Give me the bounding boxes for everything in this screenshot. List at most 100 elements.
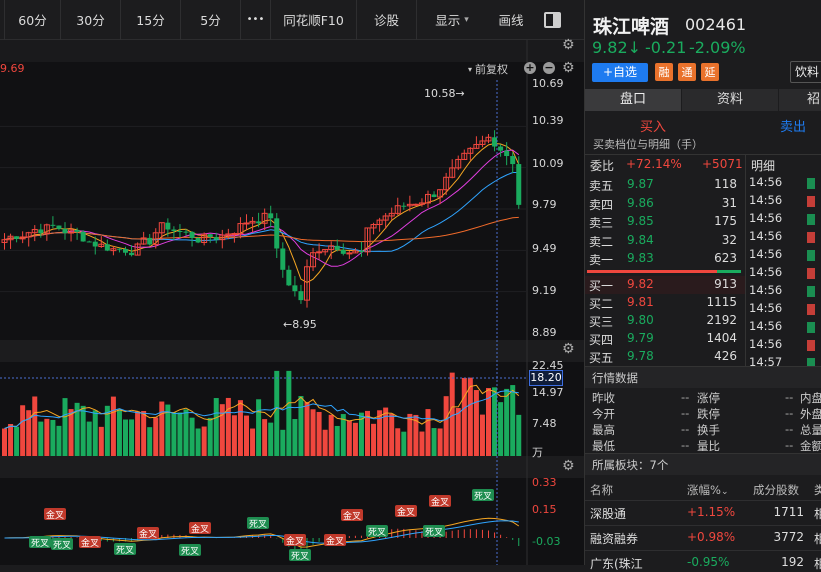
tab-pankou[interactable]: 盘口 xyxy=(585,89,681,111)
tab-more[interactable]: 袑 xyxy=(779,89,821,111)
volume-bar xyxy=(237,400,243,456)
market-title: 行情数据 xyxy=(592,371,638,385)
volume-bar xyxy=(479,414,485,456)
high-price-label: 10.58→ xyxy=(424,87,465,100)
market-label: 换手 xyxy=(697,423,720,437)
sector-name[interactable]: 深股通 xyxy=(590,505,626,522)
zoom-in-icon[interactable]: + xyxy=(524,62,536,74)
volume-bar xyxy=(437,428,443,456)
divider xyxy=(585,154,821,155)
volume-bar xyxy=(473,390,479,456)
volume-bar xyxy=(389,413,395,456)
sector-header-pct[interactable]: 涨幅%⌄ xyxy=(687,482,728,498)
volume-bar xyxy=(419,431,425,456)
sell-button[interactable]: 卖出 xyxy=(780,116,806,135)
candle-body xyxy=(14,236,20,239)
volume-bar xyxy=(461,377,467,456)
trade-time: 14:56 xyxy=(749,175,783,189)
margin-tag: 融 xyxy=(655,63,673,81)
trade-time: 14:56 xyxy=(749,337,783,351)
sector-count: 3772 xyxy=(773,530,804,544)
panel-toggle-button[interactable] xyxy=(535,0,569,40)
volume-bar xyxy=(189,417,195,456)
price-tick: 9.49 xyxy=(532,242,557,255)
buy-button[interactable]: 买入 xyxy=(640,116,666,135)
bid-price: 9.78 xyxy=(627,349,654,363)
volume-settings-gear-icon[interactable]: ⚙ xyxy=(562,341,575,357)
macd-settings-gear-icon[interactable]: ⚙ xyxy=(562,458,575,474)
bid-price: 9.80 xyxy=(627,313,654,327)
period-60min-button[interactable]: 60分 xyxy=(5,0,61,40)
kline-settings-gear-icon[interactable]: ⚙ xyxy=(562,60,575,76)
sector-header-pct-label: 涨幅% xyxy=(687,483,721,497)
sector-name[interactable]: 融资融券 xyxy=(590,530,638,547)
volume-bar xyxy=(492,387,498,456)
volume-bar xyxy=(147,427,153,456)
sector-header-type[interactable]: 类 xyxy=(814,482,821,498)
display-dropdown[interactable]: 显示 ▾ xyxy=(417,0,487,40)
diagnose-button[interactable]: 诊股 xyxy=(357,0,417,40)
golden-cross-tag: 金叉 xyxy=(324,534,346,547)
kline-chart[interactable]: 金叉死叉 死叉 金叉死叉金叉死叉金叉 死叉金叉死叉金叉金叉死叉金叉死叉金叉死叉 xyxy=(0,40,584,565)
volume-bar xyxy=(159,401,165,456)
weibi-pct: +72.14% xyxy=(626,157,682,171)
more-periods-button[interactable]: ••• xyxy=(241,0,271,40)
orderbook-title: 买卖档位与明细（手） xyxy=(593,138,703,151)
period-15min-button[interactable]: 15分 xyxy=(121,0,181,40)
volume-bar xyxy=(2,428,7,456)
ask-volume: 31 xyxy=(721,195,737,210)
volume-bar xyxy=(455,408,461,456)
industry-button[interactable]: 饮料 xyxy=(790,61,821,83)
market-value: -- xyxy=(681,422,690,436)
trade-dir-marker xyxy=(807,232,815,243)
sector-header-count[interactable]: 成分股数 xyxy=(753,482,799,498)
market-value: -- xyxy=(681,390,690,404)
stock-name: 珠江啤酒 xyxy=(593,16,670,38)
volume-bar xyxy=(213,398,219,456)
sector-type: 相 xyxy=(814,532,821,546)
zoom-out-icon[interactable]: − xyxy=(543,62,555,74)
chart-toolbar: 60分 30分 15分 5分 ••• 同花顺F10 诊股 显示 ▾ 画线 xyxy=(0,0,584,40)
period-30min-button[interactable]: 30分 xyxy=(61,0,121,40)
bid-label: 买一 xyxy=(589,279,614,293)
svg-text:金叉: 金叉 xyxy=(46,509,64,521)
volume-bar xyxy=(334,425,340,456)
death-cross-tag: 死叉 xyxy=(247,517,269,530)
candle-body xyxy=(74,229,80,232)
bid-volume: 2192 xyxy=(706,313,737,327)
period-5min-button[interactable]: 5分 xyxy=(181,0,241,40)
bid-price: 9.82 xyxy=(627,277,654,291)
macd-tick: 0.15 xyxy=(532,503,557,516)
tab-data[interactable]: 资料 xyxy=(682,89,778,111)
sector-header-name[interactable]: 名称 xyxy=(590,482,613,498)
volume-bar xyxy=(431,428,437,456)
ask-volume: 32 xyxy=(721,232,737,247)
chart-area[interactable]: 金叉 死叉 死叉 金叉 死叉 金叉 死叉 金叉 死叉 金叉 死叉 金叉 金叉 死叉 金叉 死叉 金叉 死叉 9.6… xyxy=(0,37,584,565)
volume-bar xyxy=(383,407,389,456)
svg-text:金叉: 金叉 xyxy=(343,510,361,522)
candle-body xyxy=(510,156,516,165)
svg-text:金叉: 金叉 xyxy=(139,528,157,540)
candle-body xyxy=(183,231,189,233)
add-watchlist-button[interactable]: +自选 xyxy=(592,63,648,82)
trade-time: 14:56 xyxy=(749,301,783,315)
volume-bar xyxy=(371,423,377,456)
bid-label: 买三 xyxy=(589,315,614,329)
trade-time: 14:56 xyxy=(749,265,783,279)
golden-cross-tag: 金叉 xyxy=(284,534,306,547)
stock-side-panel: 珠江啤酒 002461 9.82↓ -0.21 -2.09% +自选 融 通 延… xyxy=(584,0,821,571)
volume-bar xyxy=(401,431,407,456)
market-value: -- xyxy=(681,438,690,452)
volume-bar xyxy=(395,428,401,456)
sector-name[interactable]: 广东(珠江 xyxy=(590,555,643,572)
sector-type: 相 xyxy=(814,557,821,571)
draw-line-button[interactable]: 画线 xyxy=(487,0,535,40)
candle-body xyxy=(431,194,437,198)
candle-body xyxy=(340,249,346,254)
volume-bar xyxy=(195,428,201,456)
adjust-dropdown[interactable]: ▾ 前复权 xyxy=(468,61,508,77)
divider xyxy=(585,550,821,551)
volume-tick: 7.48 xyxy=(532,417,557,430)
f10-button[interactable]: 同花顺F10 xyxy=(271,0,357,40)
settings-gear-icon[interactable]: ⚙ xyxy=(562,37,575,53)
